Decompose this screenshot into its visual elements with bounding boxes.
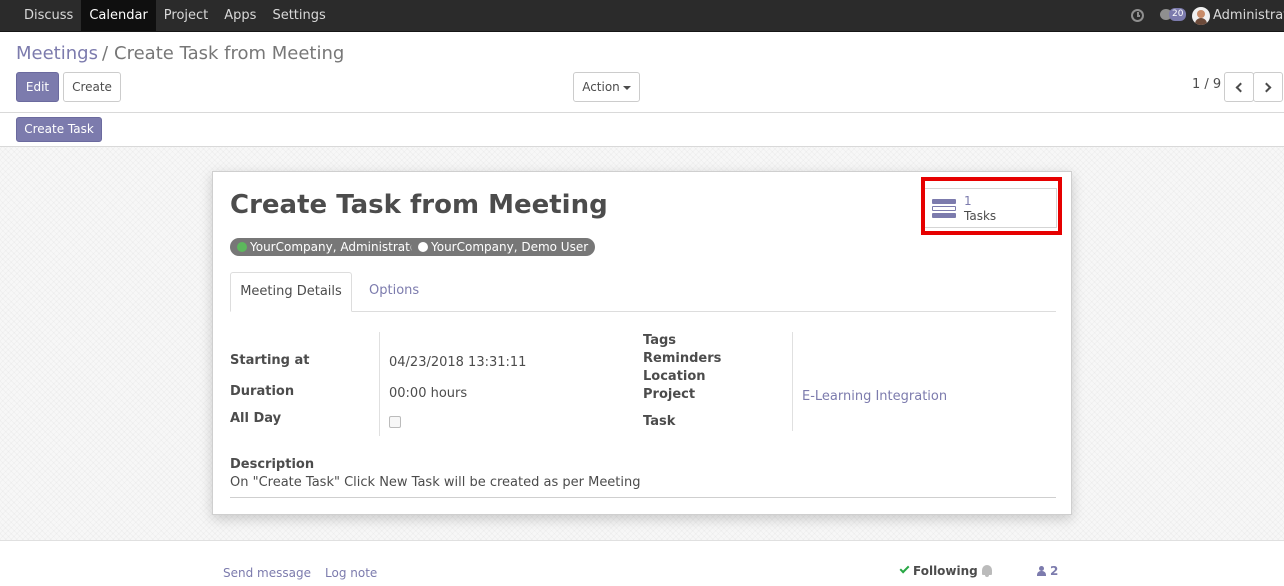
menu-item-discuss[interactable]: Discuss	[16, 0, 81, 31]
attendee-tag[interactable]: YourCompany, Administrator	[230, 238, 430, 256]
attendee-tag[interactable]: YourCompany, Demo User	[411, 238, 596, 256]
tab-meeting-details[interactable]: Meeting Details	[230, 272, 352, 312]
status-dot-icon	[418, 242, 428, 252]
followers-count: 2	[1050, 564, 1059, 578]
duration-label: Duration	[230, 384, 295, 399]
check-icon	[899, 563, 910, 574]
menu-item-calendar[interactable]: Calendar	[81, 0, 156, 31]
edit-button[interactable]: Edit	[16, 72, 59, 102]
duration-value: 00:00 hours	[389, 386, 468, 401]
form-sheet: 1 Tasks Create Task from Meeting YourCom…	[212, 171, 1072, 515]
tasks-smart-button[interactable]: 1 Tasks	[923, 188, 1057, 228]
project-link[interactable]: E-Learning Integration	[802, 389, 947, 404]
main-navbar: Discuss Calendar Project Apps Settings 2…	[0, 0, 1284, 32]
clock-icon[interactable]	[1131, 9, 1144, 22]
notebook-tabs: Meeting Details Options	[230, 272, 1056, 312]
pager-value[interactable]: 1 / 9	[1192, 77, 1221, 92]
starting-at-value: 04/23/2018 13:31:11	[389, 355, 527, 370]
tags-label: Tags	[643, 333, 677, 348]
description-value: On "Create Task" Click New Task will be …	[230, 475, 641, 490]
all-day-label: All Day	[230, 411, 282, 426]
field-divider	[792, 332, 793, 431]
app-menu: Discuss Calendar Project Apps Settings	[16, 0, 334, 31]
location-label: Location	[643, 369, 706, 384]
chevron-right-icon	[1261, 82, 1272, 93]
user-menu[interactable]: Administrator	[1213, 0, 1284, 31]
create-task-button[interactable]: Create Task	[16, 117, 102, 142]
form-sheet-background: 1 Tasks Create Task from Meeting YourCom…	[0, 147, 1284, 540]
pager-previous-button[interactable]	[1224, 72, 1254, 102]
caret-down-icon	[622, 85, 631, 90]
field-divider	[379, 332, 380, 436]
attendee-name: YourCompany, Demo User	[431, 240, 589, 254]
control-panel: Meetings / Create Task from Meeting Edit C…	[0, 32, 1284, 113]
record-title: Create Task from Meeting	[230, 190, 608, 220]
breadcrumb-current: Create Task from Meeting	[114, 43, 345, 64]
task-label: Task	[643, 414, 676, 429]
user-avatar[interactable]	[1192, 7, 1210, 25]
chatter: Send message Log note Following 2	[0, 540, 1284, 586]
tasks-icon	[932, 199, 956, 219]
chevron-left-icon	[1235, 82, 1246, 93]
following-button[interactable]: Following	[899, 563, 978, 578]
all-day-checkbox[interactable]	[389, 416, 401, 428]
attendee-name: YourCompany, Administrator	[250, 240, 423, 254]
menu-item-project[interactable]: Project	[156, 0, 216, 31]
action-label: Action	[582, 80, 620, 94]
description-underline	[230, 497, 1056, 498]
send-message-button[interactable]: Send message	[223, 566, 311, 580]
tasks-count: 1	[964, 194, 972, 208]
status-dot-icon	[237, 242, 247, 252]
create-button[interactable]: Create	[63, 72, 121, 102]
breadcrumb-meetings[interactable]: Meetings	[16, 43, 98, 64]
breadcrumb-separator: /	[101, 43, 109, 64]
log-note-button[interactable]: Log note	[325, 566, 377, 580]
project-label: Project	[643, 387, 696, 402]
bell-icon[interactable]	[982, 565, 992, 577]
followers-button[interactable]: 2	[1037, 564, 1058, 578]
reminders-label: Reminders	[643, 351, 722, 366]
tasks-label: Tasks	[964, 209, 997, 223]
following-label: Following	[913, 564, 978, 578]
description-label: Description	[230, 457, 315, 472]
pager-next-button[interactable]	[1253, 72, 1283, 102]
starting-at-label: Starting at	[230, 353, 310, 368]
form-statusbar: Create Task	[0, 113, 1284, 147]
message-count-badge[interactable]: 20	[1169, 8, 1187, 21]
menu-item-settings[interactable]: Settings	[264, 0, 333, 31]
breadcrumb: Meetings / Create Task from Meeting	[16, 43, 344, 64]
action-dropdown[interactable]: Action	[573, 72, 640, 102]
user-icon	[1037, 566, 1046, 576]
tab-options[interactable]: Options	[369, 272, 419, 312]
menu-item-apps[interactable]: Apps	[216, 0, 264, 31]
